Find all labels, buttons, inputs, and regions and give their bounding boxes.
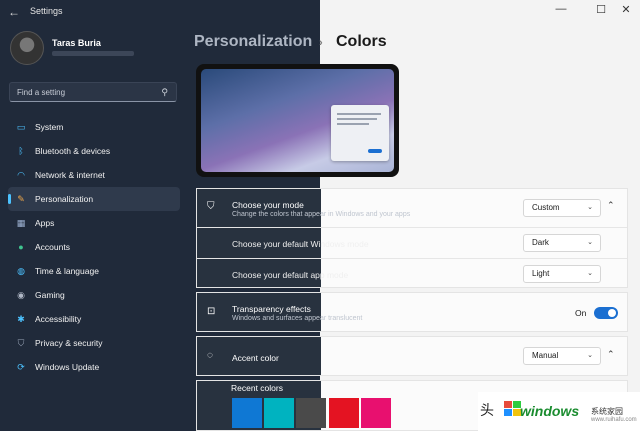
recent-color-swatch[interactable]: [296, 398, 326, 428]
sidebar-item-label: Apps: [35, 218, 55, 228]
close-button[interactable]: ✕: [612, 3, 640, 16]
breadcrumb-parent[interactable]: Personalization: [194, 33, 312, 51]
accent-dropdown[interactable]: Manual ⌄: [523, 347, 601, 365]
breadcrumb-separator: ›: [319, 37, 323, 49]
theme-preview: [196, 64, 399, 177]
mode-title: Choose your mode: [232, 200, 304, 210]
mode-row[interactable]: ⛉ Choose your mode Change the colors tha…: [197, 189, 627, 227]
sidebar-item-label: Gaming: [35, 290, 65, 300]
mode-card: ⛉ Choose your mode Change the colors tha…: [196, 188, 628, 288]
sidebar-item-label: Accessibility: [35, 314, 82, 324]
recent-color-swatch[interactable]: [361, 398, 391, 428]
palette-icon: ◌: [207, 350, 213, 361]
chevron-down-icon: ⌄: [587, 204, 593, 211]
accent-value: Manual: [532, 351, 559, 360]
watermark-brand: windows: [520, 403, 580, 419]
watermark-char: 头: [480, 402, 494, 418]
globe-icon: ◍: [17, 265, 25, 276]
sidebar-nav: ▭ System ᛒ Bluetooth & devices ◠ Network & in…: [8, 115, 180, 379]
sidebar-item-system[interactable]: ▭ System: [8, 115, 180, 139]
recent-colors-label: Recent colors: [231, 383, 283, 393]
sidebar-item-accounts[interactable]: ● Accounts: [8, 235, 180, 259]
sidebar-item-bluetooth-devices[interactable]: ᛒ Bluetooth & devices: [8, 139, 180, 163]
accessibility-icon: ✱: [17, 313, 25, 324]
shield-icon: ⛉: [17, 337, 25, 348]
windows-mode-dropdown[interactable]: Dark ⌄: [523, 234, 601, 252]
gamepad-icon: ◉: [17, 289, 25, 300]
transparency-title: Transparency effects: [232, 304, 311, 314]
preview-window: [331, 105, 389, 161]
app-mode-value: Light: [532, 269, 550, 278]
accent-card[interactable]: ◌ Accent color Manual ⌄ ⌃: [196, 336, 628, 376]
minimize-button[interactable]: —: [547, 3, 575, 15]
settings-window: ← Settings Taras Buria Find a setting ⚲ …: [0, 0, 640, 431]
monitor-icon: ▭: [16, 121, 26, 132]
sidebar-item-label: Personalization: [35, 194, 94, 204]
bluetooth-icon: ᛒ: [18, 146, 24, 156]
person-icon: ●: [18, 242, 24, 252]
transparency-card: ⊡ Transparency effects Windows and surfa…: [196, 292, 628, 332]
sidebar-item-label: Accounts: [35, 242, 70, 252]
update-icon: ⟳: [17, 361, 25, 372]
wifi-icon: ◠: [17, 169, 25, 180]
sidebar-item-label: Windows Update: [35, 362, 100, 372]
sidebar-item-apps[interactable]: ▦ Apps: [8, 211, 180, 235]
sidebar-item-label: Privacy & security: [35, 338, 103, 348]
preview-wallpaper: [201, 69, 394, 172]
search-input[interactable]: Find a setting ⚲: [9, 82, 177, 102]
user-name: Taras Buria: [52, 38, 101, 48]
mode-dropdown[interactable]: Custom ⌄: [523, 199, 601, 217]
recent-color-swatch[interactable]: [264, 398, 294, 428]
page-title: Colors: [336, 33, 387, 50]
transparency-toggle[interactable]: [594, 307, 618, 319]
sidebar-item-privacy-security[interactable]: ⛉ Privacy & security: [8, 331, 180, 355]
chevron-up-icon[interactable]: ⌃: [607, 349, 615, 360]
mode-value: Custom: [532, 203, 560, 212]
app-mode-label: Choose your default app mode: [232, 270, 349, 280]
brush-mode-icon: ⛉: [207, 201, 215, 212]
sidebar-item-network-internet[interactable]: ◠ Network & internet: [8, 163, 180, 187]
chevron-up-icon[interactable]: ⌃: [607, 200, 615, 211]
sidebar-item-label: Time & language: [35, 266, 99, 276]
transparency-state: On: [575, 308, 587, 318]
windows-mode-row: Choose your default Windows mode Dark ⌄: [197, 228, 627, 258]
transparency-subtitle: Windows and surfaces appear translucent: [232, 315, 363, 322]
chevron-down-icon: ⌄: [587, 352, 593, 359]
apps-icon: ▦: [16, 217, 26, 228]
app-mode-dropdown[interactable]: Light ⌄: [523, 265, 601, 283]
sidebar-item-gaming[interactable]: ◉ Gaming: [8, 283, 180, 307]
watermark: 头 windows 系统家园 www.ruihafu.com: [478, 392, 640, 431]
windows-mode-label: Choose your default Windows mode: [232, 239, 369, 249]
sidebar-item-personalization[interactable]: ✎ Personalization: [8, 187, 180, 211]
sidebar-item-label: Network & internet: [35, 170, 105, 180]
mode-subtitle: Change the colors that appear in Windows…: [232, 211, 411, 218]
active-indicator: [8, 194, 11, 204]
avatar[interactable]: [10, 31, 44, 65]
watermark-cn: 系统家园: [591, 407, 623, 416]
app-title: Settings: [30, 6, 63, 16]
accent-title: Accent color: [232, 353, 279, 363]
sidebar-item-time-language[interactable]: ◍ Time & language: [8, 259, 180, 283]
app-mode-row: Choose your default app mode Light ⌄: [197, 259, 627, 289]
recent-color-swatch[interactable]: [232, 398, 262, 428]
recent-color-swatch[interactable]: [329, 398, 359, 428]
sidebar-item-label: System: [35, 122, 64, 132]
chevron-down-icon: ⌄: [587, 239, 593, 246]
brush-icon: ✎: [17, 193, 25, 204]
sidebar-item-windows-update[interactable]: ⟳ Windows Update: [8, 355, 180, 379]
user-email-redacted: [52, 51, 134, 56]
maximize-button[interactable]: ☐: [587, 3, 615, 16]
transparency-icon: ⊡: [207, 306, 216, 317]
chevron-down-icon: ⌄: [587, 270, 593, 277]
watermark-url: www.ruihafu.com: [591, 417, 637, 423]
search-icon[interactable]: ⚲: [161, 87, 168, 98]
back-icon[interactable]: ←: [8, 5, 20, 19]
sidebar-item-label: Bluetooth & devices: [35, 146, 111, 156]
sidebar-item-accessibility[interactable]: ✱ Accessibility: [8, 307, 180, 331]
windows-mode-value: Dark: [532, 238, 549, 247]
search-placeholder: Find a setting: [17, 88, 66, 97]
